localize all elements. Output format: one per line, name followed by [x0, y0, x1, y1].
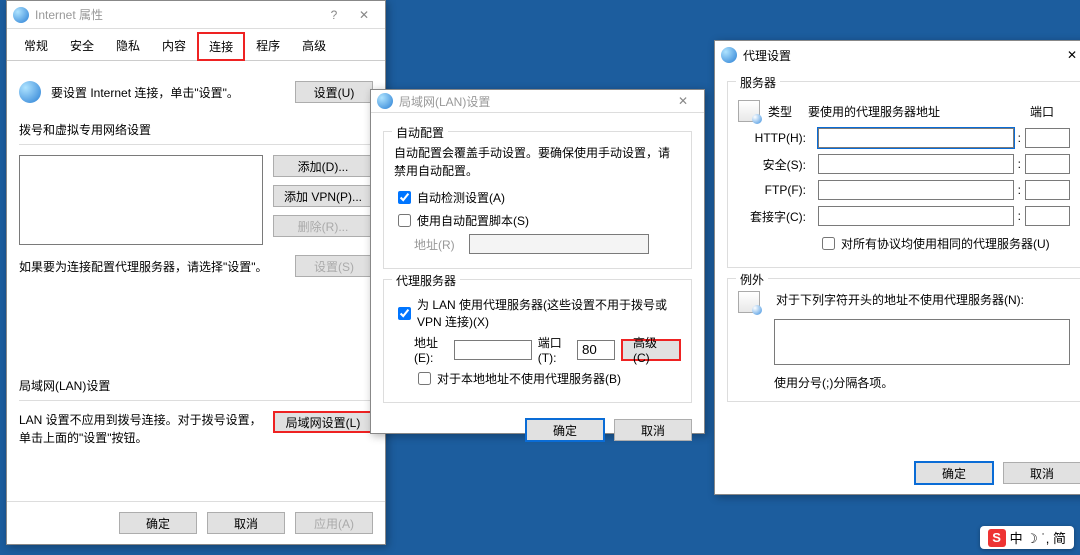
except-note: 对于下列字符开头的地址不使用代理服务器(N):	[776, 291, 1070, 308]
port-label: 端口(T):	[538, 334, 571, 365]
window-title: 代理设置	[743, 47, 791, 64]
exceptions-group: 例外 对于下列字符开头的地址不使用代理服务器(N): 使用分号(;)分隔各项。	[727, 278, 1080, 402]
tabs-bar: 常规 安全 隐私 内容 连接 程序 高级	[7, 29, 385, 61]
server-icon	[738, 291, 760, 313]
setup-text: 要设置 Internet 连接，单击"设置"。	[51, 84, 285, 101]
internet-icon	[377, 93, 393, 109]
addr-label: 地址(R)	[414, 236, 469, 253]
auto-detect-label: 自动检测设置(A)	[417, 189, 505, 206]
setup-button[interactable]: 设置(U)	[295, 81, 373, 103]
col-addr: 要使用的代理服务器地址	[808, 103, 1030, 120]
window-title: Internet 属性	[35, 6, 103, 23]
lan-settings-button[interactable]: 局域网设置(L)	[273, 411, 373, 433]
close-button[interactable]: ✕	[1057, 44, 1080, 66]
lan-heading: 局域网(LAN)设置	[19, 377, 373, 394]
dialup-heading: 拨号和虚拟专用网络设置	[19, 121, 373, 138]
exceptions-textarea[interactable]	[774, 319, 1070, 365]
titlebar: Internet 属性 ? ✕	[7, 1, 385, 29]
titlebar: 局域网(LAN)设置 ✕	[371, 90, 704, 113]
help-button[interactable]: ?	[319, 4, 349, 26]
same-for-all-label: 对所有协议均使用相同的代理服务器(U)	[841, 235, 1050, 252]
col-type: 类型	[768, 103, 808, 120]
http-label: HTTP(H):	[738, 131, 818, 145]
internet-icon	[13, 7, 29, 23]
tab-security[interactable]: 安全	[59, 32, 105, 61]
auto-script-checkbox[interactable]	[398, 214, 411, 227]
close-button[interactable]: ✕	[349, 4, 379, 26]
ime-status: 中 ☽ ˙, 简	[1010, 528, 1066, 547]
add-button[interactable]: 添加(D)...	[273, 155, 373, 177]
ftp-addr-input[interactable]	[818, 180, 1014, 200]
auto-detect-checkbox[interactable]	[398, 191, 411, 204]
server-icon	[738, 100, 760, 122]
bypass-local-label: 对于本地地址不使用代理服务器(B)	[437, 370, 621, 387]
sep-note: 使用分号(;)分隔各项。	[738, 374, 1070, 391]
group-title: 例外	[736, 271, 768, 288]
bypass-local-checkbox[interactable]	[418, 372, 431, 385]
internet-icon	[721, 47, 737, 63]
close-button[interactable]: ✕	[668, 90, 698, 112]
titlebar: 代理设置 ✕	[715, 41, 1080, 69]
remove-button: 删除(R)...	[273, 215, 373, 237]
http-addr-input[interactable]	[818, 128, 1014, 148]
tab-advanced[interactable]: 高级	[291, 32, 337, 61]
auto-script-label: 使用自动配置脚本(S)	[417, 212, 529, 229]
ftp-label: FTP(F):	[738, 183, 818, 197]
secure-port-input[interactable]	[1025, 154, 1070, 174]
use-proxy-label: 为 LAN 使用代理服务器(这些设置不用于拨号或 VPN 连接)(X)	[417, 296, 681, 330]
socks-addr-input[interactable]	[818, 206, 1014, 226]
add-vpn-button[interactable]: 添加 VPN(P)...	[273, 185, 373, 207]
proxy-addr-input[interactable]	[454, 340, 532, 360]
lan-settings-window: 局域网(LAN)设置 ✕ 自动配置 自动配置会覆盖手动设置。要确保使用手动设置，…	[370, 89, 705, 434]
tab-general[interactable]: 常规	[13, 32, 59, 61]
cancel-button[interactable]: 取消	[1003, 462, 1080, 484]
tab-connections[interactable]: 连接	[197, 32, 245, 61]
ok-button[interactable]: 确定	[915, 462, 993, 484]
secure-label: 安全(S):	[738, 156, 818, 173]
socks-port-input[interactable]	[1025, 206, 1070, 226]
proxy-port-input[interactable]	[577, 340, 615, 360]
cancel-button[interactable]: 取消	[614, 419, 692, 441]
group-title: 代理服务器	[392, 272, 460, 289]
addr2-label: 地址(E):	[414, 334, 448, 365]
window-title: 局域网(LAN)设置	[399, 93, 490, 110]
internet-properties-window: Internet 属性 ? ✕ 常规 安全 隐私 内容 连接 程序 高级 要设置…	[6, 0, 386, 545]
ok-button[interactable]: 确定	[119, 512, 197, 534]
col-port: 端口	[1030, 103, 1070, 120]
ime-toolbar[interactable]: S 中 ☽ ˙, 简	[980, 526, 1074, 549]
tab-privacy[interactable]: 隐私	[105, 32, 151, 61]
settings2-button: 设置(S)	[295, 255, 373, 277]
use-proxy-checkbox[interactable]	[398, 307, 411, 320]
advanced-button[interactable]: 高级(C)	[621, 339, 681, 361]
auto-config-note: 自动配置会覆盖手动设置。要确保使用手动设置，请禁用自动配置。	[394, 144, 681, 180]
ime-badge: S	[988, 529, 1006, 547]
lan-note: LAN 设置不应用到拨号连接。对于拨号设置，单击上面的"设置"按钮。	[19, 411, 263, 447]
server-group: 服务器 类型 要使用的代理服务器地址 端口 HTTP(H): : 安全(S): …	[727, 81, 1080, 268]
apply-button: 应用(A)	[295, 512, 373, 534]
ok-button[interactable]: 确定	[526, 419, 604, 441]
ftp-port-input[interactable]	[1025, 180, 1070, 200]
cancel-button[interactable]: 取消	[207, 512, 285, 534]
socks-label: 套接字(C):	[738, 208, 818, 225]
group-title: 自动配置	[392, 124, 448, 141]
globe-icon	[19, 81, 41, 103]
group-title: 服务器	[736, 74, 780, 91]
script-addr-input	[469, 234, 649, 254]
tab-content[interactable]: 内容	[151, 32, 197, 61]
auto-config-group: 自动配置 自动配置会覆盖手动设置。要确保使用手动设置，请禁用自动配置。 自动检测…	[383, 131, 692, 269]
secure-addr-input[interactable]	[818, 154, 1014, 174]
http-port-input[interactable]	[1025, 128, 1070, 148]
tab-programs[interactable]: 程序	[245, 32, 291, 61]
proxy-group: 代理服务器 为 LAN 使用代理服务器(这些设置不用于拨号或 VPN 连接)(X…	[383, 279, 692, 403]
same-for-all-checkbox[interactable]	[822, 237, 835, 250]
proxy-note: 如果要为连接配置代理服务器，请选择"设置"。	[19, 258, 285, 275]
proxy-settings-window: 代理设置 ✕ 服务器 类型 要使用的代理服务器地址 端口 HTTP(H): : …	[714, 40, 1080, 495]
dialup-listbox[interactable]	[19, 155, 263, 245]
